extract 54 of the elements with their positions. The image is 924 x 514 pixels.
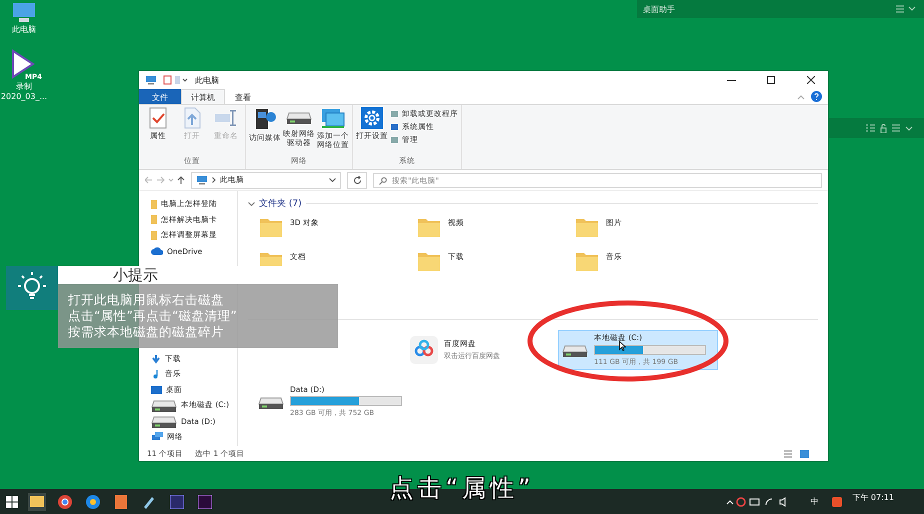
tip-text: 打开此电脑用鼠标右击磁盘: [68, 292, 225, 308]
window-title: 此电脑: [195, 74, 219, 86]
collapse-caret-icon[interactable]: [248, 202, 255, 206]
desktop-icon: [151, 386, 162, 394]
tip-text: 点击“属性”再点击“磁盘清理”: [68, 308, 238, 324]
maximize-icon[interactable]: [767, 76, 775, 84]
taskbar-app-button[interactable]: [196, 492, 214, 510]
view-toggle-icons[interactable]: [784, 450, 810, 458]
taskbar-app-button[interactable]: [56, 492, 74, 510]
tip-text: 按需求本地磁盘的磁盘碎片: [68, 324, 225, 340]
cloud-icon: [151, 247, 163, 256]
download-icon: [151, 354, 161, 364]
folder-icon: [30, 496, 44, 507]
pen-icon: [142, 494, 156, 508]
computer-icon: [145, 75, 157, 85]
drive-icon: [151, 414, 177, 428]
rename-icon: [214, 107, 238, 129]
browser-icon: [86, 494, 100, 508]
refresh-icon: [352, 176, 362, 184]
help-icon[interactable]: [811, 91, 822, 102]
dropdown-caret-icon[interactable]: [329, 178, 336, 182]
subtitle-caption: 点击“属性”: [390, 473, 534, 504]
quick-access-icons[interactable]: [163, 75, 189, 85]
taskbar-app-button[interactable]: [28, 492, 46, 510]
computer-icon: [196, 175, 208, 185]
mouse-cursor-icon: [619, 341, 626, 351]
menu-icon[interactable]: [896, 5, 916, 13]
input-method-indicator[interactable]: 中: [806, 496, 822, 507]
network-icon: [151, 432, 163, 442]
computer-icon[interactable]: [11, 2, 37, 24]
refresh-button[interactable]: [347, 172, 367, 188]
browser-icon: [58, 494, 72, 508]
clock[interactable]: 下午 07:11: [852, 489, 924, 503]
app-logo-icon: [410, 336, 438, 364]
section-header[interactable]: 文件夹 (7): [259, 197, 302, 210]
ribbon-tab[interactable]: 文件: [139, 89, 181, 104]
desktop-icon-label[interactable]: 此电脑: [12, 24, 36, 35]
document-icon: [115, 494, 127, 508]
app-icon: [170, 494, 184, 508]
app-tray-icon[interactable]: [832, 496, 842, 506]
app-icon: [198, 494, 212, 508]
desktop-icon-label[interactable]: 录制 2020_03_...: [0, 81, 48, 101]
search-icon: [379, 176, 387, 184]
media-server-icon: [253, 107, 277, 131]
start-icon[interactable]: [6, 496, 18, 508]
panel-title: 桌面助手: [643, 4, 675, 14]
drive-icon: [151, 398, 177, 413]
navigation-arrows-icon[interactable]: [145, 176, 185, 184]
ribbon-tab[interactable]: 计算机: [181, 89, 225, 104]
close-icon[interactable]: [807, 76, 815, 84]
ribbon-tab[interactable]: 查看: [225, 89, 261, 104]
network-location-icon: [320, 107, 346, 129]
chevron-icon: [212, 177, 216, 183]
taskbar-app-button[interactable]: [84, 492, 102, 510]
